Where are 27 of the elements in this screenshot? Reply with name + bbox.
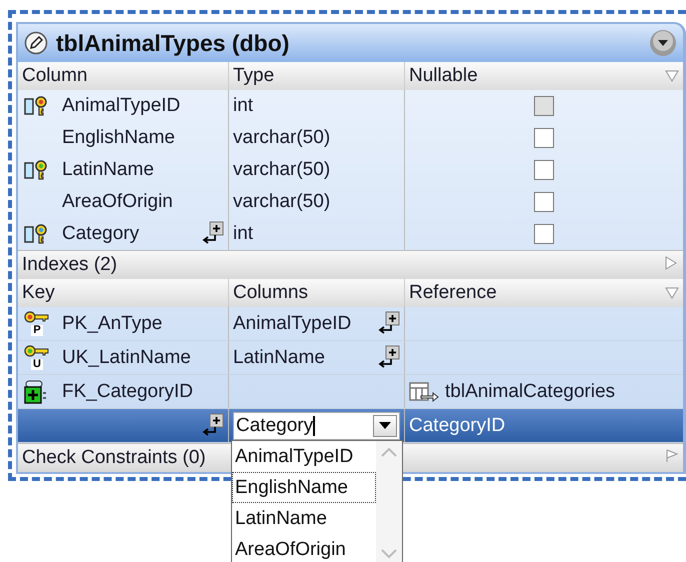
section-header[interactable]: Check Constraints (0)	[22, 447, 206, 469]
index-name: PK_AnType	[62, 312, 164, 334]
column-type: varchar(50)	[233, 191, 330, 213]
index-name: UK_LatinName	[62, 346, 192, 368]
index-reference: tblAnimalCategories	[445, 380, 616, 402]
index-row[interactable]: U UK_LatinName LatinName	[18, 341, 683, 375]
column-name: AreaOfOrigin	[62, 191, 174, 213]
column-name: Category	[62, 223, 140, 245]
column-type: varchar(50)	[233, 159, 330, 181]
column-type: varchar(50)	[233, 127, 330, 149]
key-letter: P	[31, 325, 43, 336]
dropdown-option[interactable]: AnimalTypeID	[232, 440, 376, 472]
index-columns: LatinName	[233, 346, 378, 368]
section-header[interactable]: Indexes (2)	[22, 254, 118, 276]
key-letter: U	[31, 359, 43, 370]
column-type: int	[233, 95, 254, 117]
column-type: int	[233, 223, 254, 245]
dropdown-option[interactable]: AreaOfOrigin	[232, 534, 376, 562]
index-reference: CategoryID	[409, 414, 506, 436]
column-name: AnimalTypeID	[62, 95, 182, 117]
index-columns: AnimalTypeID	[233, 312, 378, 334]
column-name: LatinName	[62, 159, 155, 181]
dropdown-option[interactable]: LatinName	[232, 502, 376, 534]
index-row[interactable]: P PK_AnType AnimalTypeID	[18, 307, 683, 341]
column-name: EnglishName	[62, 127, 176, 149]
index-name: FK_CategoryID	[62, 380, 194, 402]
table-title: tblAnimalTypes (dbo)	[56, 30, 290, 56]
